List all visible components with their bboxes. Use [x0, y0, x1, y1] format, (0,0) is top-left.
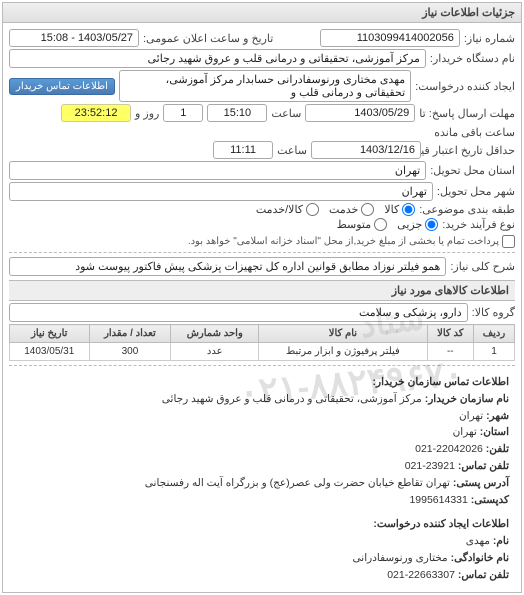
reply-deadline-label: مهلت ارسال پاسخ: تا [419, 107, 515, 120]
phone-label: تلفن: [486, 443, 509, 455]
divider-1 [9, 252, 515, 253]
radio-proc-mid-input[interactable] [374, 218, 387, 231]
time-label-2: ساعت [277, 144, 307, 157]
delivery-province-label: استان محل تحویل: [430, 164, 515, 177]
process-type-label: نوع فرآیند خرید: [442, 218, 515, 231]
contact-info-button[interactable]: اطلاعات تماس خریدار [9, 78, 115, 95]
announce-dt-label: تاریخ و ساعت اعلان عمومی: [143, 32, 273, 45]
proc-note-check[interactable]: پرداخت تمام یا بخشی از مبلغ خرید,از محل … [188, 235, 515, 248]
contact-info-title: اطلاعات تماس سازمان خریدار: [373, 376, 509, 388]
contact-phone-label: تلفن تماس: [458, 569, 509, 581]
org-name-value: مرکز آموزشی، تحقیقاتی و درمانی قلب و عرو… [162, 393, 422, 405]
phone-value: 22042026-021 [415, 443, 483, 455]
radio-both-input[interactable] [306, 203, 319, 216]
requester-field: مهدی مختاری ورنوسفادرانی حسابدار مرکز آم… [119, 70, 411, 102]
goods-info-title: اطلاعات کالاهای مورد نیاز [9, 280, 515, 301]
time-label-1: ساعت [271, 107, 301, 120]
goods-group-label: گروه کالا: [472, 306, 515, 319]
th-row: ردیف [474, 325, 515, 343]
delivery-province-field: تهران [9, 161, 426, 180]
category-radio-group: کالا خدمت کالا/خدمت [256, 203, 415, 216]
radio-proc-low[interactable]: جزیی [397, 218, 438, 231]
radio-proc-low-input[interactable] [425, 218, 438, 231]
postal-code-value: 1995614331 [409, 494, 467, 506]
category-label: طبقه بندی موضوعی: [419, 203, 515, 216]
city-value: تهران [459, 410, 483, 422]
fname-label: نام: [493, 535, 509, 547]
need-desc-label: شرح کلی نیاز: [450, 260, 515, 273]
fax-label: تلفن تماس: [458, 460, 509, 472]
goods-table: ردیف کد کالا نام کالا واحد شمارش تعداد /… [9, 324, 515, 361]
buyer-org-label: نام دستگاه خریدار: [430, 52, 515, 65]
reply-time-field: 15:10 [207, 104, 267, 122]
table-row: 1 -- فیلتر پرفیوژن و ابزار مرتبط عدد 300… [10, 343, 515, 361]
radio-goods[interactable]: کالا [384, 203, 415, 216]
postal-addr-label: آدرس پستی: [453, 477, 509, 489]
announce-dt-field: 1403/05/27 - 15:08 [9, 29, 139, 47]
price-valid-date-field: 1403/12/16 [311, 141, 421, 159]
days-suffix-label: روز و [135, 107, 159, 120]
fax-value: 23921-021 [405, 460, 455, 472]
countdown-field: 23:52:12 [61, 104, 131, 122]
buyer-contact-section: اطلاعات تماس سازمان خریدار: نام سازمان خ… [9, 370, 515, 512]
province-value: تهران [453, 426, 477, 438]
org-name-label: نام سازمان خریدار: [425, 393, 509, 405]
radio-proc-mid[interactable]: متوسط [337, 218, 388, 231]
td-row: 1 [474, 343, 515, 361]
postal-addr-value: تهران تقاطع خیابان حضرت ولی عصر(عج) و بز… [145, 477, 450, 489]
th-code: کد کالا [427, 325, 473, 343]
radio-both[interactable]: کالا/خدمت [256, 203, 319, 216]
delivery-city-field: تهران [9, 182, 433, 201]
reply-date-field: 1403/05/29 [305, 104, 415, 122]
remaining-suffix-label: ساعت باقی مانده [434, 126, 515, 139]
goods-group-field: دارو، پزشکی و سلامت [9, 303, 468, 322]
process-radio-group: جزیی متوسط [337, 218, 439, 231]
contact-phone-value: 22663307-021 [387, 569, 455, 581]
td-code: -- [427, 343, 473, 361]
divider-2 [9, 365, 515, 366]
days-remaining-field: 1 [163, 104, 203, 122]
table-header-row: ردیف کد کالا نام کالا واحد شمارش تعداد /… [10, 325, 515, 343]
proc-note-checkbox[interactable] [502, 235, 515, 248]
details-panel: جزئیات اطلاعات نیاز شماره نیاز: 11030994… [2, 2, 522, 593]
city-label: شهر: [486, 410, 509, 422]
price-valid-time-field: 11:11 [213, 141, 273, 159]
need-no-field: 1103099414002056 [320, 29, 460, 47]
th-name: نام کالا [259, 325, 427, 343]
radio-service-input[interactable] [361, 203, 374, 216]
lname-value: مختاری ورنوسفادرانی [353, 552, 448, 564]
th-unit: واحد شمارش [171, 325, 259, 343]
need-no-label: شماره نیاز: [464, 32, 515, 45]
radio-service[interactable]: خدمت [329, 203, 374, 216]
price-valid-label: حداقل تاریخ اعتبار قیمت: تا تاریخ: [425, 144, 515, 157]
postal-code-label: کدپستی: [471, 494, 509, 506]
fname-value: مهدی [466, 535, 490, 547]
province-label: استان: [480, 426, 509, 438]
td-unit: عدد [171, 343, 259, 361]
th-qty: تعداد / مقدار [89, 325, 171, 343]
buyer-org-field: مرکز آموزشی، تحقیقاتی و درمانی قلب و عرو… [9, 49, 426, 68]
requester-contact-section: اطلاعات ایجاد کننده درخواست: نام: مهدی ن… [9, 512, 515, 587]
td-name: فیلتر پرفیوژن و ابزار مرتبط [259, 343, 427, 361]
th-date: تاریخ نیاز [10, 325, 90, 343]
panel-title: جزئیات اطلاعات نیاز [3, 3, 521, 23]
requester-label: ایجاد کننده درخواست: [415, 80, 515, 93]
delivery-city-label: شهر محل تحویل: [437, 185, 515, 198]
td-qty: 300 [89, 343, 171, 361]
td-date: 1403/05/31 [10, 343, 90, 361]
radio-goods-input[interactable] [402, 203, 415, 216]
requester-info-title: اطلاعات ایجاد کننده درخواست: [373, 518, 509, 530]
lname-label: نام خانوادگی: [451, 552, 509, 564]
need-desc-field: همو فیلتر نوزاد مطابق قوانین اداره کل تج… [9, 257, 446, 276]
